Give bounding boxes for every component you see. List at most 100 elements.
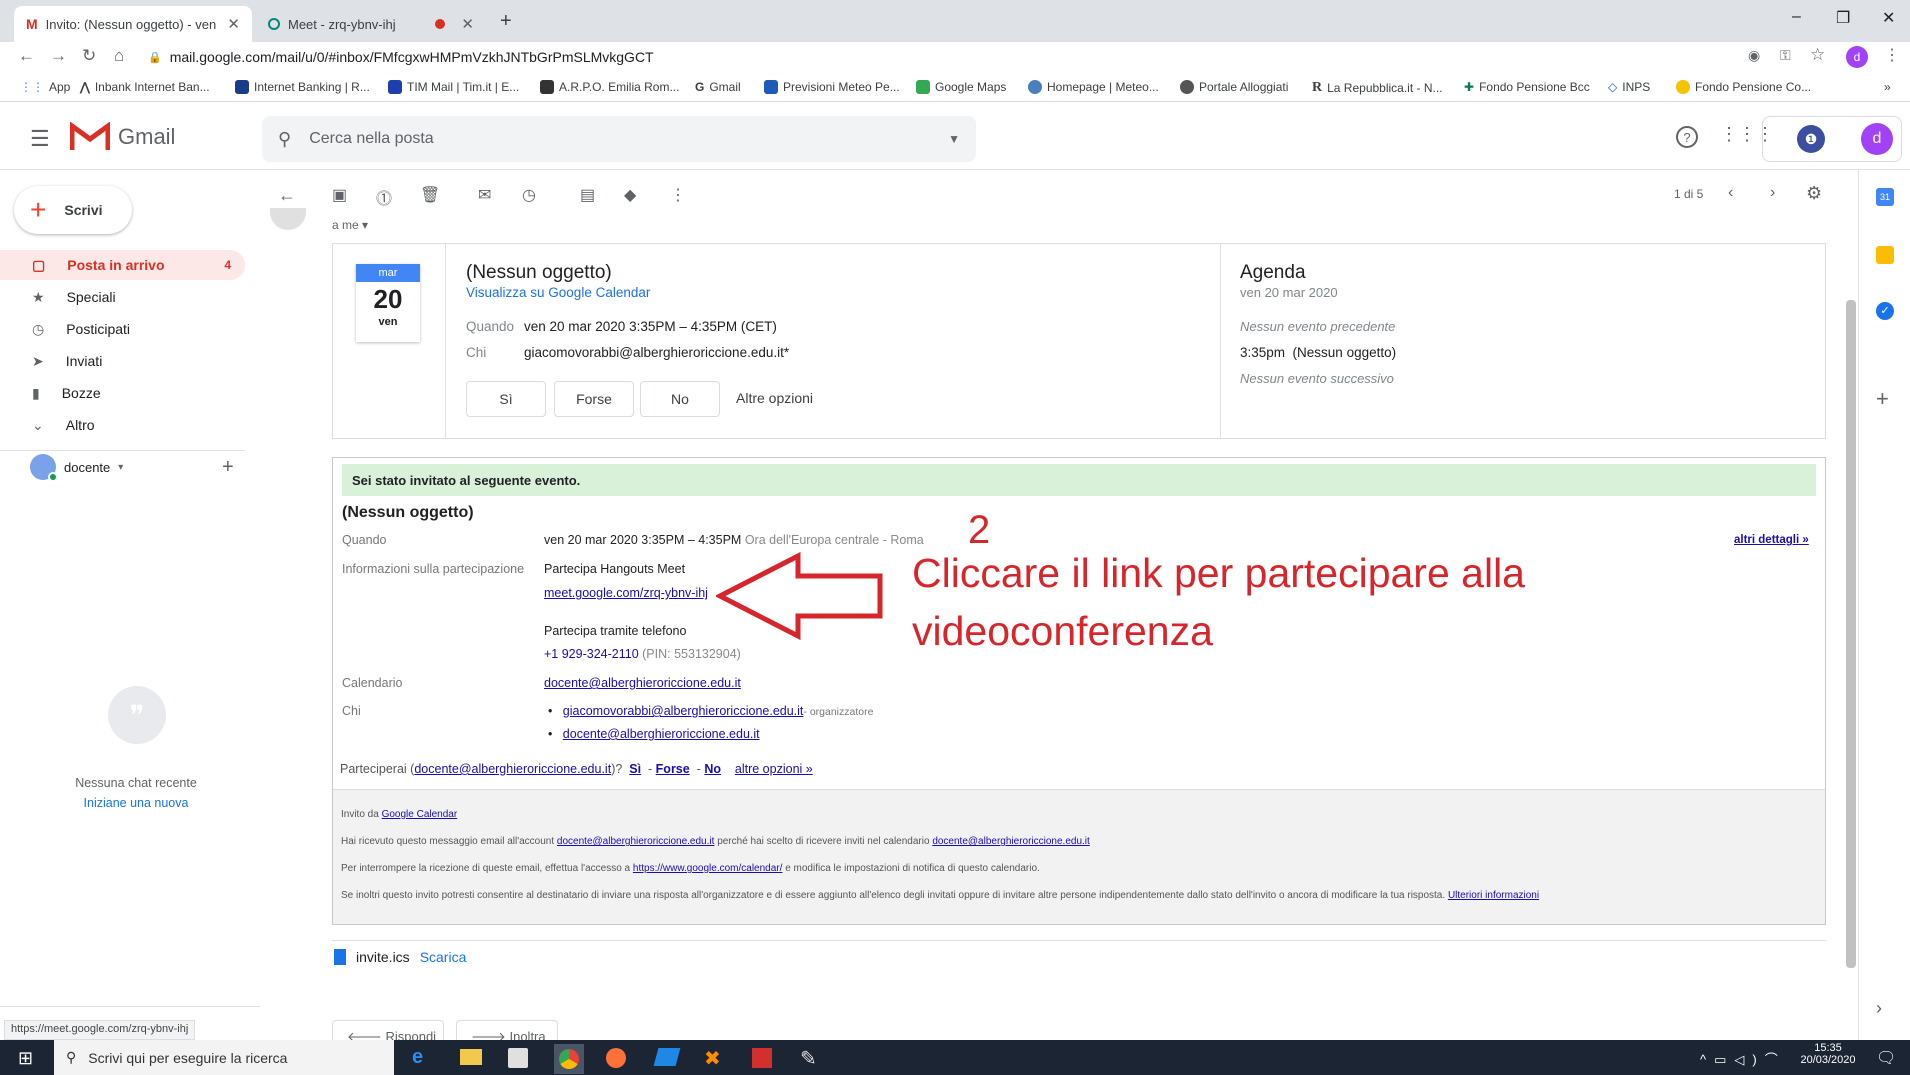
sidebar-item-starred[interactable]: ★ Speciali: [0, 282, 245, 312]
bookmark-item[interactable]: Homepage | Meteo...: [1028, 80, 1159, 94]
sidebar-item-inbox[interactable]: ▢ Posta in arrivo 4: [0, 250, 245, 280]
clock[interactable]: 15:35 20/03/2020: [1796, 1042, 1860, 1066]
tab-meet[interactable]: Meet - zrq-ybnv-ihj ✕: [256, 6, 486, 42]
sidebar-item-sent[interactable]: ➤ Inviati: [0, 346, 245, 376]
attachment-name[interactable]: invite.ics: [356, 949, 410, 965]
search-options-icon[interactable]: ▼: [948, 132, 960, 146]
help-icon[interactable]: ?: [1676, 126, 1698, 148]
bookmark-item[interactable]: Fondo Pensione Co...: [1676, 80, 1811, 94]
scrollbar[interactable]: [1846, 300, 1856, 968]
start-chat-link[interactable]: Iniziane una nuova: [0, 796, 272, 810]
forward-icon[interactable]: →: [50, 46, 67, 66]
meet-link[interactable]: meet.google.com/zrq-ybnv-ihj: [544, 586, 708, 600]
report-spam-icon[interactable]: ⓵: [376, 185, 392, 209]
bookmark-item[interactable]: TIM Mail | Tim.it | E...: [388, 80, 519, 94]
rsvp-maybe-button[interactable]: Forse: [554, 381, 634, 417]
bookmark-item[interactable]: Google Maps: [916, 80, 1006, 94]
sidebar-item-snoozed[interactable]: ◷ Posticipati: [0, 314, 245, 344]
bookmark-item[interactable]: Portale Alloggiati: [1180, 80, 1288, 94]
sidebar-item-drafts[interactable]: ▮ Bozze: [0, 378, 245, 408]
google-calendar-link[interactable]: Google Calendar: [382, 809, 458, 820]
keep-icon[interactable]: [1876, 246, 1894, 264]
newer-icon[interactable]: ›: [1770, 184, 1775, 202]
hangouts-user[interactable]: docente ▾: [30, 454, 123, 482]
forward-button[interactable]: 🡒 Inoltra: [456, 1020, 558, 1040]
back-to-inbox-icon[interactable]: ←: [278, 185, 296, 206]
add-chat-icon[interactable]: +: [222, 456, 234, 479]
profile-avatar[interactable]: d: [1846, 46, 1868, 68]
bookmark-item[interactable]: ⋀ Inbank Internet Ban...: [80, 80, 210, 94]
search-input[interactable]: ⚲ Cerca nella posta ▼: [262, 116, 976, 162]
new-tab-icon[interactable]: +: [500, 10, 512, 33]
minimize-icon[interactable]: –: [1792, 8, 1801, 26]
attend-maybe-link[interactable]: Forse: [656, 762, 690, 776]
sidebar-item-more[interactable]: ⌄ Altro: [0, 410, 245, 440]
calendar-settings-link[interactable]: https://www.google.com/calendar/: [633, 863, 783, 874]
footer-email-link[interactable]: docente@alberghieroriccione.edu.it: [557, 836, 714, 847]
footer-email-link[interactable]: docente@alberghieroriccione.edu.it: [932, 836, 1089, 847]
tab-gmail-invite[interactable]: M Invito: (Nessun oggetto) - ven 20 ✕: [14, 6, 252, 42]
label-icon[interactable]: ◆: [624, 185, 636, 205]
bookmark-item[interactable]: G Gmail: [695, 80, 741, 94]
older-icon[interactable]: ‹: [1728, 184, 1733, 202]
expand-panel-icon[interactable]: ›: [1876, 998, 1882, 1019]
account-avatar[interactable]: d: [1861, 123, 1893, 155]
browser-menu-icon[interactable]: ⋮: [1884, 45, 1900, 65]
add-addon-icon[interactable]: +: [1876, 386, 1889, 412]
bookmark-item[interactable]: A.R.P.O. Emilia Rom...: [540, 80, 679, 94]
notifications-icon[interactable]: 🗨: [1876, 1048, 1896, 1068]
chrome-taskbar-button[interactable]: [554, 1044, 584, 1074]
app-icon[interactable]: [653, 1048, 681, 1066]
attend-email-link[interactable]: docente@alberghieroriccione.edu.it: [414, 762, 611, 776]
rsvp-yes-button[interactable]: Sì: [466, 381, 546, 417]
edge-icon[interactable]: e: [412, 1046, 423, 1069]
move-to-icon[interactable]: ▤: [580, 185, 595, 205]
recipient-line[interactable]: a me ▾: [332, 218, 368, 232]
guest-email-link[interactable]: giacomovorabbi@alberghieroriccione.edu.i…: [563, 704, 804, 718]
phone-link[interactable]: +1 929-324-2110: [544, 647, 639, 661]
reply-button[interactable]: 🡐 Rispondi: [332, 1020, 444, 1040]
key-icon[interactable]: ⚿: [1780, 47, 1791, 64]
store-icon[interactable]: [508, 1048, 528, 1068]
firefox-icon[interactable]: [606, 1048, 626, 1068]
snooze-icon[interactable]: ◷: [522, 185, 536, 205]
compose-button[interactable]: + Scrivi: [14, 186, 132, 234]
view-in-calendar-link[interactable]: Visualizza su Google Calendar: [466, 285, 650, 300]
more-actions-icon[interactable]: ⋮: [670, 185, 686, 205]
mark-unread-icon[interactable]: ✉: [478, 185, 491, 205]
system-tray-icons[interactable]: ^▭◁)⌒: [1700, 1049, 1786, 1068]
restore-icon[interactable]: ❐: [1836, 8, 1850, 28]
bookmark-item[interactable]: ✚ Fondo Pensione Bcc: [1464, 80, 1590, 94]
calendar-icon[interactable]: 31: [1876, 188, 1894, 206]
more-details-link[interactable]: altri dettagli »: [1734, 534, 1809, 546]
gmail-logo[interactable]: Gmail: [70, 122, 175, 152]
star-icon[interactable]: ☆: [1810, 45, 1825, 65]
reload-icon[interactable]: ↻: [82, 46, 96, 66]
tasks-icon[interactable]: ✓: [1876, 302, 1894, 320]
more-info-link[interactable]: Ulteriori informazioni: [1448, 890, 1539, 901]
download-link[interactable]: Scarica: [420, 949, 467, 965]
file-explorer-icon[interactable]: [460, 1049, 482, 1065]
back-icon[interactable]: ←: [18, 46, 35, 66]
eye-icon[interactable]: ◉: [1748, 47, 1760, 64]
guest-email-link[interactable]: docente@alberghieroriccione.edu.it: [563, 727, 760, 741]
taskbar-search-input[interactable]: ⚲ Scrivi qui per eseguire la ricerca: [54, 1040, 394, 1075]
bookmarks-more[interactable]: »: [1884, 80, 1891, 94]
close-window-icon[interactable]: ✕: [1882, 8, 1895, 28]
bookmark-item[interactable]: Previsioni Meteo Pe...: [764, 80, 900, 94]
attend-no-link[interactable]: No: [704, 762, 721, 776]
settings-gear-icon[interactable]: ⚙: [1806, 183, 1822, 204]
bookmark-item[interactable]: ⋮⋮ App: [20, 80, 70, 94]
main-menu-icon[interactable]: ☰: [30, 126, 50, 152]
close-tab-icon[interactable]: ✕: [227, 15, 240, 33]
paint-icon[interactable]: ✎: [800, 1046, 817, 1071]
vlc-like-icon[interactable]: ✖: [704, 1046, 721, 1071]
attend-yes-link[interactable]: Sì: [629, 762, 641, 776]
bookmark-item[interactable]: R La Repubblica.it - N...: [1312, 80, 1443, 96]
more-options-button[interactable]: Altre opzioni: [736, 390, 813, 406]
bookmark-item[interactable]: Internet Banking | R...: [235, 80, 370, 94]
archive-icon[interactable]: ▣: [332, 185, 347, 205]
delete-icon[interactable]: 🗑: [420, 185, 440, 205]
bookmark-item[interactable]: ◇ INPS: [1608, 80, 1650, 94]
address-bar[interactable]: 🔒 mail.google.com/mail/u/0/#inbox/FMfcgx…: [148, 46, 1748, 68]
